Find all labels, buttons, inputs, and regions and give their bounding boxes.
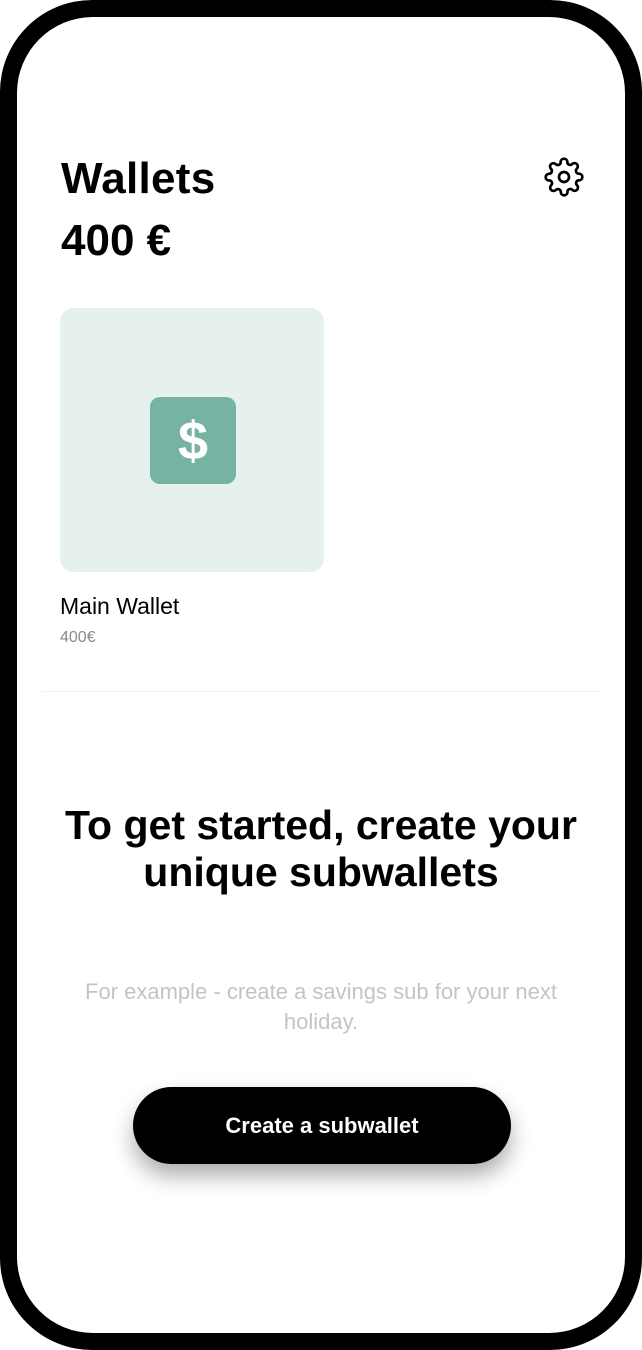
wallet-card-main[interactable]: $ [60,308,324,572]
total-balance: 400 € [61,216,172,265]
gear-icon [544,157,584,197]
divider [42,691,600,692]
settings-button[interactable] [544,157,584,197]
dollar-glyph: $ [177,410,209,471]
empty-state-headline: To get started, create your unique subwa… [65,802,577,895]
create-subwallet-button[interactable]: Create a subwallet [133,1087,511,1164]
wallet-name: Main Wallet [60,593,180,619]
device-frame: Wallets 400 € $ Main Wallet 400€ To get … [0,0,642,1350]
empty-state-description: For example - create a savings sub for y… [85,979,557,1034]
screen: Wallets 400 € $ Main Wallet 400€ To get … [17,17,625,1333]
page-title: Wallets [61,154,216,203]
dollar-icon: $ [150,397,236,484]
wallet-amount: 400€ [60,629,96,646]
